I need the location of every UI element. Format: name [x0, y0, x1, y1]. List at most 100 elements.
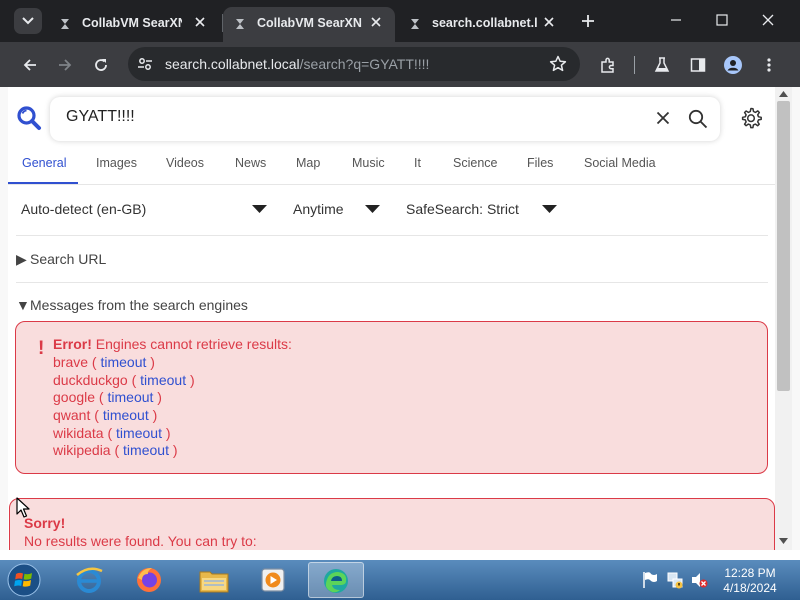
taskbar-media-player[interactable]: [246, 562, 302, 598]
close-window-button[interactable]: [754, 8, 782, 32]
minimize-icon: [671, 19, 681, 21]
taskbar-edge-active[interactable]: [308, 562, 364, 598]
page-viewport: GYATT!!!! General Images Videos News Map…: [8, 87, 775, 550]
browser-tab-3[interactable]: search.collabnet.local: [398, 7, 570, 42]
category-tabs: General Images Videos News Map Music It …: [8, 149, 775, 185]
side-panel-button[interactable]: [684, 51, 712, 79]
gear-icon[interactable]: [740, 107, 762, 129]
engine-error-link[interactable]: timeout: [108, 389, 154, 405]
side-panel-icon: [690, 58, 706, 72]
search-input[interactable]: GYATT!!!!: [66, 108, 135, 126]
browser-tab-title: CollabVM SearXNG: [82, 16, 182, 30]
browser-tab-1[interactable]: CollabVM SearXNG: [48, 7, 218, 42]
extensions-button[interactable]: [594, 51, 622, 79]
profile-button[interactable]: [719, 51, 747, 79]
tab-music[interactable]: Music: [352, 156, 385, 170]
chevron-down-icon[interactable]: [542, 205, 557, 213]
bookmark-star-icon[interactable]: [549, 55, 567, 73]
language-select[interactable]: Auto-detect (en-GB): [21, 201, 146, 217]
media-player-icon: [261, 568, 285, 592]
page-scrollbar[interactable]: [775, 87, 792, 550]
close-icon[interactable]: [368, 14, 384, 30]
tab-search-button[interactable]: [14, 8, 42, 34]
reload-button[interactable]: [87, 51, 115, 79]
volume-muted-icon[interactable]: [690, 571, 708, 589]
mouse-cursor-icon: [16, 497, 30, 518]
engine-messages-toggle[interactable]: ▼Messages from the search engines: [16, 297, 248, 313]
windows-start-orb-icon: [7, 563, 41, 597]
page-gutter-right: [792, 87, 800, 550]
searxng-logo-icon[interactable]: [16, 105, 42, 131]
tab-files[interactable]: Files: [527, 156, 553, 170]
chevron-down-icon[interactable]: [252, 205, 267, 213]
folder-icon: [199, 571, 229, 593]
maximize-button[interactable]: [708, 8, 736, 32]
browser-toolbar: search.collabnet.local/search?q=GYATT!!!…: [0, 42, 800, 87]
avatar-icon: [724, 56, 742, 74]
start-button[interactable]: [6, 562, 44, 598]
tab-images[interactable]: Images: [96, 156, 137, 170]
scroll-up-icon[interactable]: [779, 91, 788, 97]
browser-tab-strip: CollabVM SearXNG CollabVM SearXNG search…: [0, 0, 800, 42]
browser-tab-2-active[interactable]: CollabVM SearXNG: [223, 7, 395, 42]
safesearch-select[interactable]: SafeSearch: Strict: [406, 201, 519, 217]
back-button[interactable]: [16, 51, 44, 79]
page-gutter-left: [0, 87, 8, 550]
close-icon[interactable]: [541, 14, 557, 30]
divider: [16, 282, 768, 283]
searxng-favicon-icon: [61, 19, 69, 29]
tab-videos[interactable]: Videos: [166, 156, 204, 170]
browser-menu-button[interactable]: [755, 51, 783, 79]
arrow-right-icon: [59, 59, 72, 71]
clear-icon[interactable]: [656, 111, 670, 125]
clock-date: 4/18/2024: [723, 581, 777, 595]
engine-messages-label: Messages from the search engines: [30, 297, 248, 313]
searxng-favicon-icon: [411, 19, 419, 29]
engine-error-link[interactable]: timeout: [100, 354, 146, 370]
close-icon[interactable]: [192, 14, 208, 30]
list-item: qwant ( timeout ): [53, 407, 158, 424]
minimize-button[interactable]: [662, 8, 690, 32]
close-icon: [762, 14, 774, 26]
taskbar-firefox[interactable]: [122, 562, 178, 598]
action-center-flag-icon[interactable]: [642, 571, 658, 589]
labs-button[interactable]: [648, 51, 676, 79]
tab-social-media[interactable]: Social Media: [584, 156, 656, 170]
taskbar-clock[interactable]: 12:28 PM 4/18/2024: [716, 566, 784, 596]
scrollbar-thumb[interactable]: [777, 101, 790, 391]
engine-error-link[interactable]: timeout: [116, 425, 162, 441]
tab-news[interactable]: News: [235, 156, 266, 170]
no-results-title: Sorry!: [24, 515, 66, 531]
search-box: GYATT!!!!: [50, 97, 720, 141]
address-bar[interactable]: search.collabnet.local/search?q=GYATT!!!…: [128, 47, 580, 81]
list-item: wikidata ( timeout ): [53, 424, 171, 441]
search-url-label: Search URL: [30, 251, 107, 267]
engine-error-link[interactable]: timeout: [140, 372, 186, 388]
searxng-favicon-icon: [236, 19, 244, 29]
new-tab-button[interactable]: [578, 11, 598, 31]
tab-map[interactable]: Map: [296, 156, 320, 170]
taskbar-file-explorer[interactable]: [186, 562, 242, 598]
plus-icon: [582, 15, 594, 27]
tab-science[interactable]: Science: [453, 156, 497, 170]
no-results-box: Sorry! No results were found. You can tr…: [9, 498, 775, 550]
list-item: wikipedia ( timeout ): [53, 442, 178, 459]
tab-it[interactable]: It: [414, 156, 421, 170]
tab-general[interactable]: General: [22, 156, 66, 170]
url-path: /search?q=GYATT!!!!: [299, 56, 430, 72]
scroll-down-icon[interactable]: [779, 538, 788, 544]
engine-name: qwant: [53, 407, 91, 424]
internet-explorer-icon: [76, 567, 103, 593]
search-icon[interactable]: [688, 109, 708, 129]
chevron-down-icon[interactable]: [365, 205, 380, 213]
puzzle-icon: [601, 57, 614, 73]
engine-error-link[interactable]: timeout: [103, 407, 149, 423]
forward-button[interactable]: [51, 51, 79, 79]
site-info-icon[interactable]: [137, 56, 153, 72]
network-icon[interactable]: [666, 571, 684, 589]
time-range-select[interactable]: Anytime: [293, 201, 344, 217]
taskbar-internet-explorer[interactable]: [62, 562, 118, 598]
engine-error-link[interactable]: timeout: [123, 442, 169, 458]
reload-icon: [95, 59, 107, 71]
search-url-toggle[interactable]: ▶ Search URL: [16, 251, 106, 268]
